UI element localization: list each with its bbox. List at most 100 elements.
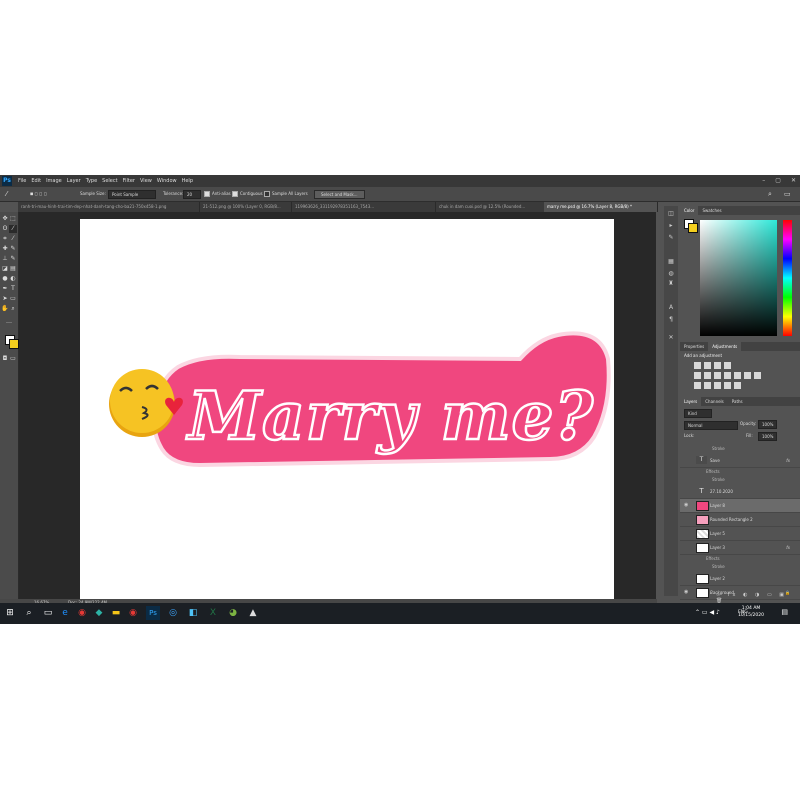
layer-row-selected[interactable]: ◉ Layer 8 (680, 499, 800, 513)
tab-document-2[interactable]: 21-512.png @ 100% (Layer 0, RGB/8... (200, 202, 292, 212)
tab-document-3[interactable]: 119963626_331192978351163_7543... (292, 202, 436, 212)
paragraph-icon[interactable]: ¶ (667, 316, 675, 324)
layer-row[interactable]: Layer 2 (680, 572, 800, 586)
quick-mask-icon[interactable]: ◘ (1, 355, 9, 363)
chrome-icon[interactable]: ◉ (126, 606, 140, 620)
tolerance-input[interactable]: 20 (183, 189, 201, 199)
posterize-icon[interactable] (704, 382, 711, 389)
type-tool-icon[interactable]: T (9, 285, 17, 293)
tool-presets-icon[interactable]: ✕ (667, 334, 675, 342)
vibrance-icon[interactable] (694, 372, 701, 379)
layer-row[interactable]: Layer 5 (680, 527, 800, 541)
curves-icon[interactable] (714, 362, 721, 369)
maximize-icon[interactable]: ▢ (775, 175, 781, 187)
tab-properties[interactable]: Properties (680, 342, 708, 351)
tab-document-1[interactable]: ranh-tri-mau-hinh-trai-tim-dep-nhat-danh… (18, 202, 200, 212)
clone-source-icon[interactable]: ♜ (667, 280, 675, 288)
menu-type[interactable]: Type (86, 175, 97, 187)
layer-row[interactable]: Layer 3 fx (680, 541, 800, 555)
invert-icon[interactable] (694, 382, 701, 389)
sample-size-select[interactable]: Point Sample (108, 189, 156, 199)
close-icon[interactable]: ✕ (791, 175, 796, 187)
color-bg-swatch[interactable] (688, 223, 698, 233)
hue-slider[interactable] (783, 220, 792, 336)
tab-document-active[interactable]: marry me.psd @ 16.7% (Layer 8, RGB/8) * (544, 202, 658, 212)
tab-layers[interactable]: Layers (680, 397, 702, 406)
sample-all-layers-checkbox[interactable] (264, 191, 270, 197)
selection-mode-icons[interactable]: ◼ ◻ ◻ ◻ (30, 187, 47, 201)
healing-tool-icon[interactable]: ✚ (1, 245, 9, 253)
layer-row[interactable]: T Save fx (680, 454, 800, 468)
fill-input[interactable]: 100% (758, 432, 778, 441)
file-explorer-icon[interactable]: ▬ (109, 606, 123, 620)
hue-sat-icon[interactable] (704, 372, 711, 379)
libraries-icon[interactable]: ▦ (667, 258, 675, 266)
pen-tool-icon[interactable]: ✒ (1, 285, 9, 293)
document-canvas[interactable]: Marry me? (80, 219, 614, 599)
more-tools-icon[interactable]: … (5, 318, 13, 326)
screen-mode-icon[interactable]: ▭ (9, 355, 17, 363)
layer-row[interactable]: T 27.10.2020 (680, 485, 800, 499)
teamviewer-icon[interactable]: ◎ (166, 606, 180, 620)
levels-icon[interactable] (704, 362, 711, 369)
eyedropper-tool-icon[interactable]: ⁄ (9, 235, 17, 243)
exposure-icon[interactable] (724, 362, 731, 369)
notification-icon[interactable]: ▤ (781, 608, 788, 616)
gradient-map-icon[interactable] (724, 382, 731, 389)
black-white-icon[interactable] (724, 372, 731, 379)
workspace-icon[interactable]: ▭ (784, 187, 791, 201)
background-color-swatch[interactable] (9, 339, 19, 349)
app-icon[interactable]: ◆ (92, 606, 106, 620)
anti-alias-checkbox[interactable] (204, 191, 210, 197)
task-view-icon[interactable]: ▭ (41, 606, 55, 620)
opacity-input[interactable]: 100% (758, 420, 778, 429)
layer-effect-row[interactable]: Stroke (680, 563, 800, 571)
marquee-tool-icon[interactable]: ⬚ (9, 215, 17, 223)
crop-tool-icon[interactable]: ⌗ (1, 235, 9, 243)
character-icon[interactable]: A (667, 304, 675, 312)
visibility-eye-icon[interactable]: ◉ (684, 586, 688, 599)
photo-filter-icon[interactable] (734, 372, 741, 379)
layer-effect-row[interactable]: Stroke (680, 445, 800, 453)
tab-paths[interactable]: Paths (728, 397, 747, 406)
history-icon[interactable]: ◫ (667, 210, 675, 218)
gradient-tool-icon[interactable]: ▤ (9, 265, 17, 273)
chrome-icon[interactable]: ◉ (75, 606, 89, 620)
tab-color[interactable]: Color (680, 206, 699, 215)
menu-edit[interactable]: Edit (31, 175, 41, 187)
visibility-eye-icon[interactable]: ◉ (684, 499, 688, 512)
stamp-tool-icon[interactable]: ⊥ (1, 255, 9, 263)
layer-filter-kind[interactable]: Kind (684, 409, 712, 418)
excel-icon[interactable]: X (206, 606, 220, 620)
tray-icons[interactable]: ⌃ ▭ ◀ ♪ (695, 609, 720, 616)
edge-icon[interactable]: e (58, 606, 72, 620)
tab-swatches[interactable]: Swatches (698, 206, 725, 215)
move-tool-icon[interactable]: ✥ (1, 215, 9, 223)
brush-settings-icon[interactable]: ✎ (667, 234, 675, 242)
eraser-tool-icon[interactable]: ◪ (1, 265, 9, 273)
zoom-tool-icon[interactable]: ⌕ (9, 305, 17, 313)
menu-help[interactable]: Help (182, 175, 193, 187)
blend-mode-select[interactable]: Normal (684, 421, 738, 430)
app-icon[interactable]: ◕ (226, 606, 240, 620)
menu-filter[interactable]: Filter (123, 175, 135, 187)
dodge-tool-icon[interactable]: ◐ (9, 275, 17, 283)
magic-wand-icon[interactable]: ⁄ (6, 187, 7, 201)
layer-row[interactable]: Rounded Rectangle 2 (680, 513, 800, 527)
search-icon[interactable]: ⌕ (22, 606, 36, 620)
app-icon[interactable]: ◧ (186, 606, 200, 620)
photos-icon[interactable]: ▲ (246, 606, 260, 620)
menu-window[interactable]: Window (157, 175, 177, 187)
history-brush-icon[interactable]: ✎ (9, 255, 17, 263)
threshold-icon[interactable] (714, 382, 721, 389)
menu-view[interactable]: View (140, 175, 152, 187)
menu-file[interactable]: File (18, 175, 26, 187)
selective-color-icon[interactable] (734, 382, 741, 389)
info-icon[interactable]: ◍ (667, 270, 675, 278)
brightness-icon[interactable] (694, 362, 701, 369)
photoshop-taskbar-icon[interactable]: Ps (146, 606, 160, 620)
menu-select[interactable]: Select (102, 175, 117, 187)
layer-effect-row[interactable]: Stroke (680, 476, 800, 484)
windows-start-icon[interactable]: ⊞ (3, 606, 17, 620)
hand-tool-icon[interactable]: ✋ (1, 305, 9, 313)
